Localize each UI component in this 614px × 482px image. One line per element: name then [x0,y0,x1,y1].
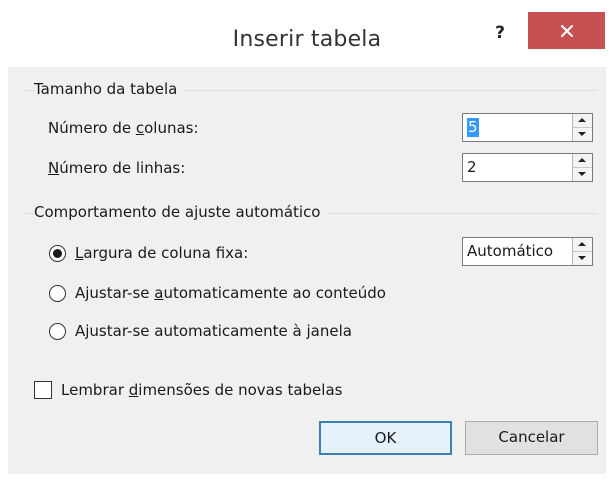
arrow-down-icon [578,172,586,176]
fixed-width-increment-button[interactable] [573,238,592,252]
option-label-pre: Ajustar-se [75,284,155,302]
rows-spinner-arrows [572,154,592,181]
remember-label-accesskey: d [128,381,139,399]
help-button[interactable]: ? [487,20,513,46]
columns-label-pre: Número de [48,119,136,137]
size-group-label: Tamanho da tabela [34,80,184,98]
columns-label: Número de colunas: [48,119,199,137]
fixed-width-spinner[interactable]: Automático [462,237,593,266]
rows-spinner[interactable]: 2 [462,153,593,182]
arrow-down-icon [578,256,586,260]
window-frame-left [0,7,8,482]
rows-increment-button[interactable] [573,154,592,168]
window-frame-bottom [0,474,614,482]
fixed-width-spinner-arrows [572,238,592,265]
radio-selected-dot [53,249,62,258]
option-label-post: utomaticamente ao conteúdo [163,284,386,302]
columns-spinner[interactable]: 5 [462,113,593,142]
remember-dimensions-checkbox[interactable] [34,381,52,399]
arrow-up-icon [578,242,586,246]
arrow-up-icon [578,118,586,122]
radio-autofit-window[interactable] [49,323,66,340]
cancel-button[interactable]: Cancelar [465,421,598,455]
columns-increment-button[interactable] [573,114,592,128]
fixed-width-value[interactable]: Automático [467,242,571,261]
dialog-title: Inserir tabela [232,27,382,52]
arrow-up-icon [578,158,586,162]
window-frame-top [0,0,614,7]
columns-label-accesskey: c [135,119,145,137]
option-label-post: argura de coluna fixa: [83,244,249,262]
radio-autofit-contents[interactable] [49,285,66,302]
rows-decrement-button[interactable] [573,168,592,181]
close-icon [560,24,573,37]
ok-button[interactable]: OK [319,421,452,455]
autofit-contents-label[interactable]: Ajustar-se automaticamente ao conteúdo [75,284,386,302]
remember-label-post: imensões de novas tabelas [138,381,343,399]
fixed-column-width-label[interactable]: Largura de coluna fixa: [75,244,248,262]
remember-label-pre: Lembrar [61,381,129,399]
remember-dimensions-label[interactable]: Lembrar dimensões de novas tabelas [61,381,342,399]
rows-label-post: úmero de linhas: [59,159,186,177]
window-frame-right [606,7,614,482]
columns-value[interactable]: 5 [467,118,479,137]
arrow-down-icon [578,132,586,136]
rows-value[interactable]: 2 [467,158,477,177]
columns-decrement-button[interactable] [573,128,592,141]
option-label-pre: Ajustar-se automaticamente à [75,322,307,340]
autofit-group-label: Comportamento de ajuste automático [34,203,327,221]
columns-spinner-arrows [572,114,592,141]
close-button[interactable] [528,12,605,49]
rows-label-accesskey: N [48,159,60,177]
columns-label-post: olunas: [144,119,199,137]
radio-fixed-column-width[interactable] [49,245,66,262]
option-label-post: anela [310,322,352,340]
fixed-width-decrement-button[interactable] [573,252,592,265]
autofit-window-label[interactable]: Ajustar-se automaticamente à janela [75,322,352,340]
rows-label: Número de linhas: [48,159,185,177]
